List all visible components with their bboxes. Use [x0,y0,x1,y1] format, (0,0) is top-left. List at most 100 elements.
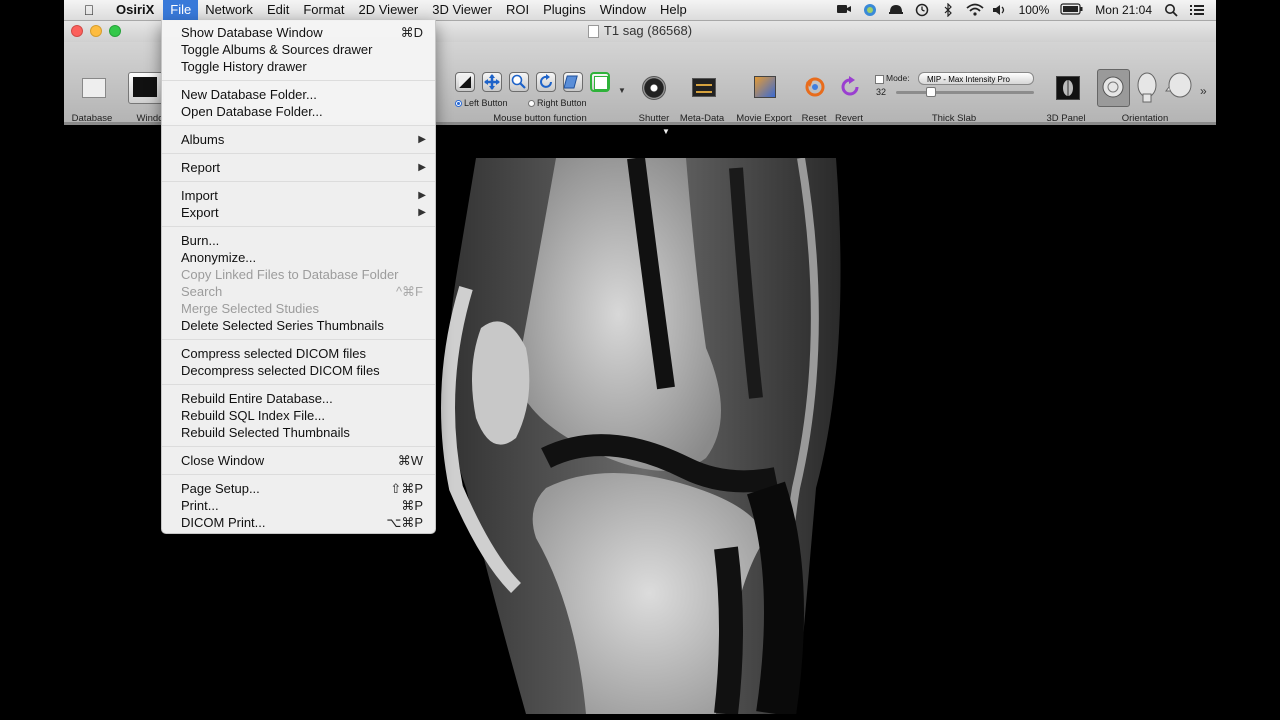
window-level-button[interactable] [128,72,164,104]
left-button-radio[interactable]: Left Button [455,98,508,108]
time-machine-icon[interactable] [914,3,930,17]
menu-separator [162,125,435,126]
menu-item-shortcut: ⌥⌘P [386,515,423,530]
menu-item-shortcut: ^⌘F [395,284,423,299]
sync-icon[interactable] [862,3,878,17]
menu-item-rebuild-selected-thumbnails[interactable]: Rebuild Selected Thumbnails [162,424,435,441]
reset-icon[interactable] [804,76,826,103]
document-icon [587,25,599,39]
metadata-icon[interactable] [692,78,716,97]
menu-item-print[interactable]: Print... ⌘P [162,497,435,514]
window-title-text: T1 sag (86568) [603,23,693,38]
submenu-arrow-icon: ▶ [418,134,426,145]
menu-item-report[interactable]: Report ▶ [162,159,435,176]
notification-center-icon[interactable] [1189,3,1205,17]
video-camera-icon[interactable] [836,3,852,17]
menu-item-compress-selected-dicom-files[interactable]: Compress selected DICOM files [162,345,435,362]
menu-item-shortcut: ⌘W [397,453,423,468]
apple-menu-icon[interactable]:  [80,2,98,18]
orientation-axial-button[interactable] [1097,69,1130,107]
wifi-icon[interactable] [965,3,984,17]
orientation-sagittal-button[interactable] [1164,69,1195,105]
menu-item-export[interactable]: Export ▶ [162,204,435,221]
zoom-window-button[interactable] [109,25,121,37]
menu-item-anonymize[interactable]: Anonymize... [162,249,435,266]
menu-item-page-setup[interactable]: Page Setup... ⇧⌘P [162,480,435,497]
window-level-tool-icon[interactable] [455,72,475,92]
3d-panel-icon[interactable] [1056,76,1080,100]
battery-icon[interactable] [1060,3,1084,17]
bluetooth-icon[interactable] [940,2,956,18]
menu-app-name[interactable]: OsiriX [108,0,163,20]
menu-item-shortcut: ⌘P [401,498,423,513]
menu-item-label: Show Database Window [181,25,323,40]
spotlight-search-icon[interactable] [1163,3,1179,17]
menu-item-label: Toggle History drawer [181,59,307,74]
menubar-clock[interactable]: Mon 21:04 [1095,3,1152,17]
revert-icon[interactable] [839,76,861,103]
battery-percent: 100% [1018,3,1050,17]
submenu-arrow-icon: ▶ [418,162,426,173]
shutter-icon[interactable] [642,76,666,100]
toolbar-handle-icon[interactable]: ▼ [662,127,670,136]
right-button-radio[interactable]: Right Button [528,98,587,108]
menu-help[interactable]: Help [653,0,694,20]
menu-item-label: Burn... [181,233,220,248]
menu-separator [162,474,435,475]
movie-export-icon[interactable] [754,76,776,98]
menu-item-open-database-folder[interactable]: Open Database Folder... [162,103,435,120]
menu-item-label: Rebuild Entire Database... [181,391,333,406]
minimize-window-button[interactable] [90,25,102,37]
menu-2d-viewer[interactable]: 2D Viewer [352,0,426,20]
database-icon[interactable] [82,78,106,98]
menu-item-albums[interactable]: Albums ▶ [162,131,435,148]
scroll-tool-icon[interactable] [563,72,583,92]
tool-dropdown-icon[interactable]: ▼ [618,86,626,95]
menu-item-shortcut: ⇧⌘P [390,481,423,496]
menu-item-close-window[interactable]: Close Window ⌘W [162,452,435,469]
menu-item-rebuild-entire-database[interactable]: Rebuild Entire Database... [162,390,435,407]
menu-file[interactable]: File [163,0,199,20]
menu-item-decompress-selected-dicom-files[interactable]: Decompress selected DICOM files [162,362,435,379]
rotate-tool-icon[interactable] [536,72,556,92]
mode-select[interactable]: MIP - Max Intensity Pro [918,72,1034,85]
menu-item-dicom-print[interactable]: DICOM Print... ⌥⌘P [162,514,435,531]
toolbar-overflow-icon[interactable]: » [1200,84,1207,98]
orientation-coronal-button[interactable] [1132,69,1163,105]
move-tool-icon[interactable] [482,72,502,92]
slab-value: 32 [876,87,887,97]
volume-icon[interactable] [992,3,1008,17]
menu-edit[interactable]: Edit [260,0,296,20]
menu-item-label: Albums [181,132,225,147]
menu-network[interactable]: Network [198,0,260,20]
helmet-icon[interactable] [888,3,904,17]
close-window-button[interactable] [71,25,83,37]
menu-item-label: Toggle Albums & Sources drawer [181,42,373,57]
roi-tool-icon[interactable] [590,72,610,92]
menu-item-show-database-window[interactable]: Show Database Window ⌘D [162,24,435,41]
menu-item-burn[interactable]: Burn... [162,232,435,249]
mr-image-viewport[interactable] [436,158,846,714]
menu-item-label: Page Setup... [181,481,260,496]
menu-3d-viewer[interactable]: 3D Viewer [425,0,499,20]
slab-slider-thumb[interactable] [926,87,936,97]
menu-item-new-database-folder[interactable]: New Database Folder... [162,86,435,103]
slab-slider[interactable] [896,91,1034,94]
menu-item-rebuild-sql-index-file[interactable]: Rebuild SQL Index File... [162,407,435,424]
menu-format[interactable]: Format [296,0,351,20]
thick-slab-checkbox[interactable] [875,75,884,84]
menu-item-delete-selected-series-thumbnails[interactable]: Delete Selected Series Thumbnails [162,317,435,334]
menu-separator [162,181,435,182]
menu-item-label: Anonymize... [181,250,257,265]
menu-bar:  OsiriX File Network Edit Format 2D Vie… [64,0,1216,21]
menu-roi[interactable]: ROI [499,0,536,20]
menu-window[interactable]: Window [593,0,653,20]
menu-item-toggle-history-drawer[interactable]: Toggle History drawer [162,58,435,75]
window-title: T1 sag (86568) [587,23,693,39]
zoom-tool-icon[interactable] [509,72,529,92]
menu-plugins[interactable]: Plugins [536,0,593,20]
menu-item-import[interactable]: Import ▶ [162,187,435,204]
submenu-arrow-icon: ▶ [418,190,426,201]
menu-item-toggle-albums-sources-drawer[interactable]: Toggle Albums & Sources drawer [162,41,435,58]
menu-item-label: Compress selected DICOM files [181,346,366,361]
